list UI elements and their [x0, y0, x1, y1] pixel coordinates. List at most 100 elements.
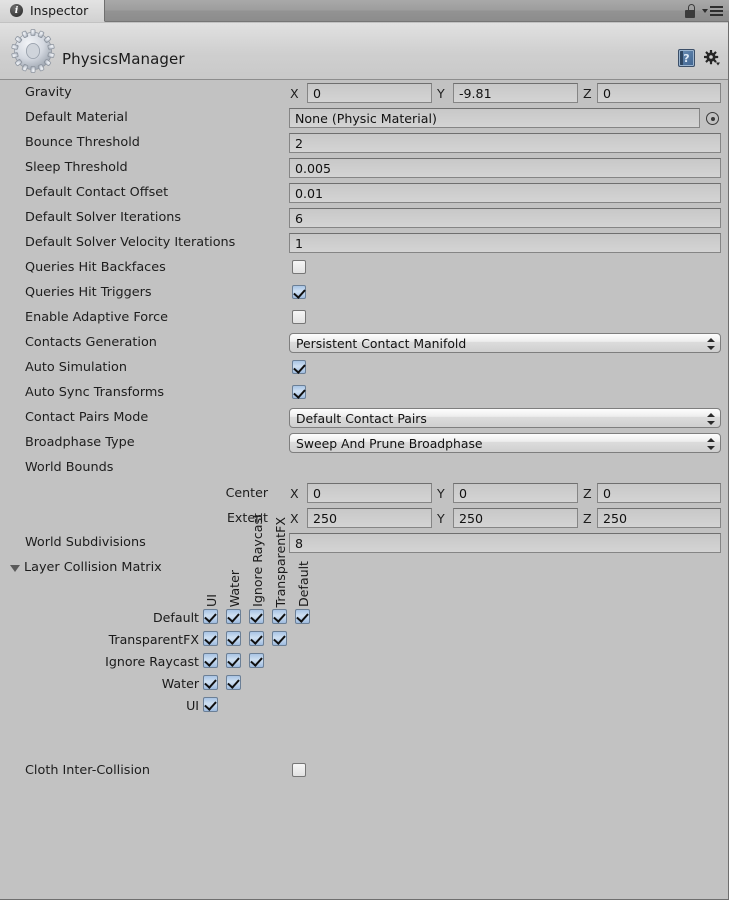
object-picker-icon[interactable]	[706, 112, 719, 125]
world-bounds-center-x-input[interactable]: 0	[307, 483, 432, 503]
matrix-row-label-ignore-raycast: Ignore Raycast	[105, 654, 199, 669]
matrix-checkbox-transparentfx-water[interactable]	[226, 631, 241, 646]
label-queries-hit-backfaces: Queries Hit Backfaces	[25, 260, 166, 275]
gravity-y-input[interactable]: -9.81	[453, 83, 578, 103]
label-auto-simulation: Auto Simulation	[25, 360, 127, 375]
chevron-updown-icon	[707, 412, 715, 426]
matrix-checkbox-transparentfx-ui[interactable]	[203, 631, 218, 646]
matrix-checkbox-ignore-raycast-water[interactable]	[226, 653, 241, 668]
foldout-label-layer-collision-matrix: Layer Collision Matrix	[24, 560, 162, 575]
info-icon: i	[10, 4, 23, 17]
object-header: PhysicsManager ?	[0, 23, 728, 80]
foldout-layer-collision-matrix[interactable]: Layer Collision Matrix	[0, 556, 728, 581]
contact-pairs-mode-dropdown-value: Default Contact Pairs	[296, 411, 427, 426]
property-row-default-contact-offset: Default Contact Offset 0.01	[0, 181, 728, 206]
help-book-icon[interactable]: ?	[678, 49, 695, 67]
matrix-checkbox-default-water[interactable]	[226, 609, 241, 624]
world-bounds-extent-y-input[interactable]: 250	[453, 508, 578, 528]
axis-label-z: Z	[583, 86, 592, 101]
default-solver-iterations-input[interactable]: 6	[289, 208, 721, 228]
property-row-queries-hit-triggers: Queries Hit Triggers	[0, 281, 728, 306]
label-default-material: Default Material	[25, 110, 128, 125]
matrix-checkbox-default-default[interactable]	[295, 609, 310, 624]
label-auto-sync-transforms: Auto Sync Transforms	[25, 385, 165, 400]
axis-label-x: X	[290, 511, 299, 526]
property-row-default-solver-iterations: Default Solver Iterations 6	[0, 206, 728, 231]
label-contacts-generation: Contacts Generation	[25, 335, 157, 350]
auto-sync-transforms-checkbox[interactable]	[292, 385, 306, 399]
contacts-generation-dropdown-value: Persistent Contact Manifold	[296, 336, 467, 351]
matrix-column-label-default: Default	[296, 560, 311, 607]
axis-label-x: X	[290, 86, 299, 101]
matrix-checkbox-ignore-raycast-ui[interactable]	[203, 653, 218, 668]
matrix-checkbox-default-ignore-raycast[interactable]	[249, 609, 264, 624]
matrix-column-label-transparentfx: TransparentFX	[273, 516, 288, 607]
queries-hit-backfaces-checkbox[interactable]	[292, 260, 306, 274]
gear-dropdown-icon[interactable]	[704, 50, 720, 66]
matrix-checkbox-transparentfx-ignore-raycast[interactable]	[249, 631, 264, 646]
label-contact-pairs-mode: Contact Pairs Mode	[25, 410, 149, 425]
default-solver-velocity-iterations-input[interactable]: 1	[289, 233, 721, 253]
bounce-threshold-input[interactable]: 2	[289, 133, 721, 153]
broadphase-type-dropdown-value: Sweep And Prune Broadphase	[296, 436, 483, 451]
property-row-enable-adaptive-force: Enable Adaptive Force	[0, 306, 728, 331]
tab-inspector[interactable]: i Inspector	[0, 0, 106, 22]
matrix-checkbox-transparentfx-transparentfx[interactable]	[272, 631, 287, 646]
matrix-row-label-ui: UI	[186, 698, 199, 713]
cloth-inter-collision-checkbox[interactable]	[292, 763, 306, 777]
unlocked-padlock-icon[interactable]	[685, 4, 696, 18]
matrix-checkbox-default-ui[interactable]	[203, 609, 218, 624]
property-row-gravity: Gravity X 0 Y -9.81 Z 0	[0, 81, 728, 106]
property-row-world-bounds-center: Center X 0 Y 0 Z 0	[0, 481, 728, 506]
tab-inspector-label: Inspector	[30, 3, 89, 18]
label-center: Center	[225, 485, 268, 500]
world-bounds-extent-x-input[interactable]: 250	[307, 508, 432, 528]
contact-pairs-mode-dropdown[interactable]: Default Contact Pairs	[289, 408, 721, 428]
label-default-solver-velocity-iterations: Default Solver Velocity Iterations	[25, 235, 236, 250]
contacts-generation-dropdown[interactable]: Persistent Contact Manifold	[289, 333, 721, 353]
world-bounds-center-y-input[interactable]: 0	[453, 483, 578, 503]
matrix-column-label-ui: UI	[204, 594, 219, 607]
matrix-checkbox-ignore-raycast-ignore-raycast[interactable]	[249, 653, 264, 668]
world-subdivisions-input[interactable]: 8	[289, 533, 721, 553]
world-bounds-center-z-input[interactable]: 0	[597, 483, 721, 503]
property-row-broadphase-type: Broadphase Type Sweep And Prune Broadphas…	[0, 431, 728, 456]
gravity-x-input[interactable]: 0	[307, 83, 432, 103]
gravity-z-input[interactable]: 0	[597, 83, 721, 103]
property-row-default-solver-velocity-iterations: Default Solver Velocity Iterations 1	[0, 231, 728, 256]
property-row-world-subdivisions: World Subdivisions 8	[0, 531, 728, 556]
tab-tools	[685, 2, 723, 20]
property-row-queries-hit-backfaces: Queries Hit Backfaces	[0, 256, 728, 281]
label-enable-adaptive-force: Enable Adaptive Force	[25, 310, 168, 325]
layer-collision-matrix: UI Water Ignore Raycast TransparentFX Defaul…	[0, 513, 728, 861]
property-row-auto-sync-transforms: Auto Sync Transforms	[0, 381, 728, 406]
label-sleep-threshold: Sleep Threshold	[25, 160, 128, 175]
queries-hit-triggers-checkbox[interactable]	[292, 285, 306, 299]
matrix-checkbox-water-water[interactable]	[226, 675, 241, 690]
label-world-bounds: World Bounds	[25, 460, 114, 475]
header-icon-group: ?	[678, 49, 720, 67]
chevron-updown-icon	[707, 337, 715, 351]
property-row-world-bounds-extent: Extent X 250 Y 250 Z 250	[0, 506, 728, 531]
matrix-checkbox-ui-ui[interactable]	[203, 697, 218, 712]
property-row-contacts-generation: Contacts Generation Persistent Contact Ma…	[0, 331, 728, 356]
matrix-checkbox-water-ui[interactable]	[203, 675, 218, 690]
broadphase-type-dropdown[interactable]: Sweep And Prune Broadphase	[289, 433, 721, 453]
enable-adaptive-force-checkbox[interactable]	[292, 310, 306, 324]
sleep-threshold-input[interactable]: 0.005	[289, 158, 721, 178]
page-title: PhysicsManager	[62, 50, 185, 68]
chevron-down-icon[interactable]	[10, 565, 20, 572]
default-contact-offset-input[interactable]: 0.01	[289, 183, 721, 203]
axis-label-y: Y	[437, 511, 445, 526]
label-gravity: Gravity	[25, 85, 72, 100]
hamburger-menu-icon[interactable]	[702, 6, 723, 16]
property-row-world-bounds: World Bounds	[0, 456, 728, 481]
label-queries-hit-triggers: Queries Hit Triggers	[25, 285, 152, 300]
world-bounds-extent-z-input[interactable]: 250	[597, 508, 721, 528]
axis-label-z: Z	[583, 486, 592, 501]
auto-simulation-checkbox[interactable]	[292, 360, 306, 374]
inspector-window: i Inspector PhysicsManager ? Gravity X 0…	[0, 0, 729, 900]
tab-bar: i Inspector	[0, 0, 729, 22]
default-material-object-field[interactable]: None (Physic Material)	[289, 108, 700, 128]
matrix-checkbox-default-transparentfx[interactable]	[272, 609, 287, 624]
